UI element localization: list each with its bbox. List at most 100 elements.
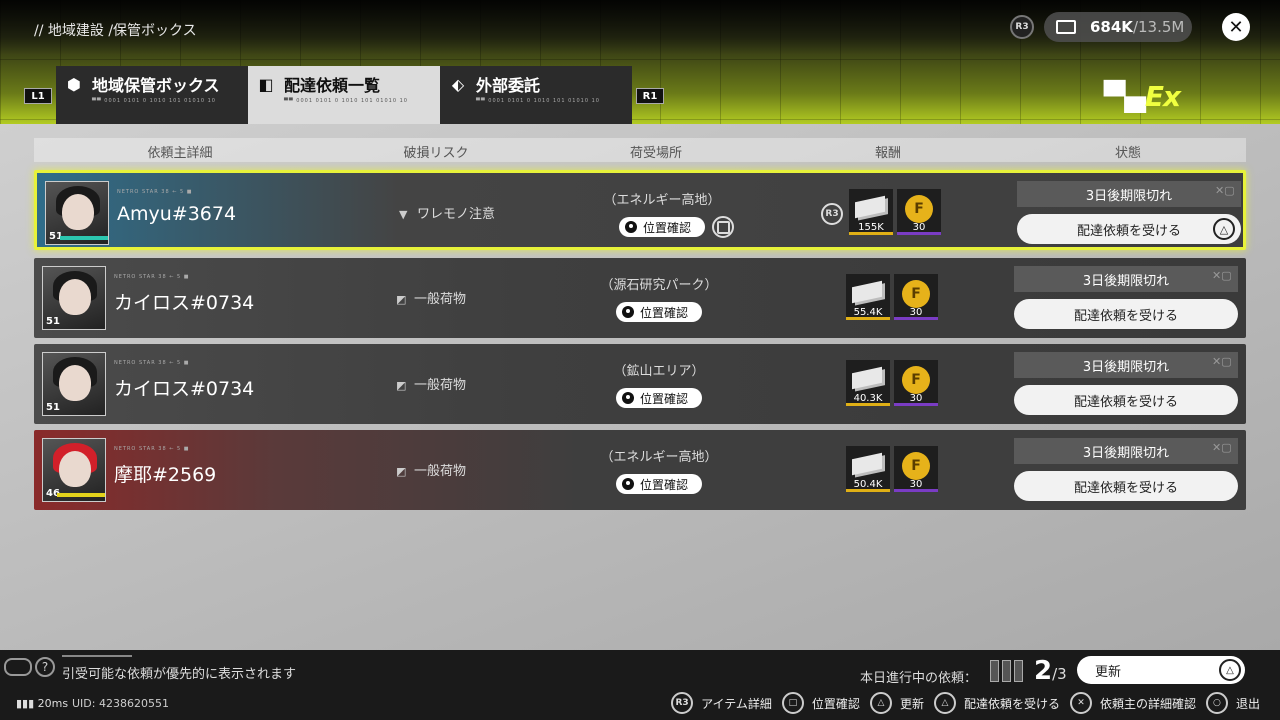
package-icon: ◩ [396,465,407,478]
close-button[interactable]: ✕ [1222,13,1250,41]
cancel-box-icon: ✕▢ [1212,441,1232,454]
progress-slot [1002,660,1011,682]
accept-request-button[interactable]: 配達依頼を受ける [1014,385,1238,415]
reward-amount: 30 [909,479,923,490]
locate-label: 位置確認 [643,220,692,235]
reward-amount: 155K [858,222,884,233]
accept-request-button[interactable]: 配達依頼を受ける [1014,471,1238,501]
triangle-button-icon: △ [1213,218,1235,240]
cross-button-icon: ✕ [1069,692,1092,714]
tab-label: 配達依頼一覧 [284,76,381,95]
progress-current: 2 [1034,656,1053,686]
reward-coin[interactable]: F 30 [897,189,941,235]
table-row[interactable]: 51 NETRO STAR 38 ← 5 ■ カイロス#0734 ◩ 一般荷物 （… [34,258,1246,338]
table-row[interactable]: 51 NETRO STAR 38 ← 5 ■ Amyu#3674 ▼ ワレモノ注意… [34,170,1246,250]
cube-icon: ⬢ [67,74,81,94]
control-label: アイテム詳細 [701,696,772,711]
control-locate[interactable]: □ 位置確認 [781,692,860,714]
cancel-box-icon: ✕▢ [1212,355,1232,368]
progress-slot [1014,660,1023,682]
reward-money[interactable]: 50.4K [846,446,890,492]
help-icon[interactable]: ? [35,657,55,677]
deadline-label: 3日後期限切れ ✕▢ [1014,352,1238,378]
triangle-button-icon: △ [933,692,956,714]
tab-label: 地域保管ボックス [92,76,220,95]
deadline-label: 3日後期限切れ ✕▢ [1014,438,1238,464]
locate-label: 位置確認 [640,305,689,320]
square-button-icon[interactable] [712,216,734,238]
control-item-details[interactable]: R3 アイテム詳細 [671,692,772,714]
tab-delivery-list[interactable]: ◧ 配達依頼一覧 ▀▀ 0001 0101 0 1010 101 01010 1… [248,66,440,124]
table-row[interactable]: 46 NETRO STAR 38 ← 5 ■ 摩耶#2569 ◩ 一般荷物 （エネ… [34,430,1246,510]
control-label: 配達依頼を受ける [963,696,1060,711]
coin-icon: F [902,280,930,308]
money-icon [852,452,882,476]
avatar[interactable]: 51 [42,352,106,416]
r1-trigger-icon[interactable]: R1 [636,88,664,104]
currency-capacity: /13.5M [1132,18,1185,36]
avatar-face [62,194,94,230]
l1-trigger-icon[interactable]: L1 [24,88,52,104]
reward-money[interactable]: 40.3K [846,360,890,406]
risk-label: 一般荷物 [414,378,467,393]
reward-amount: 55.4K [853,307,883,318]
reward-coin[interactable]: F 30 [894,274,938,320]
level-bar [57,493,105,497]
tab-code: ▀▀ 0001 0101 0 1010 101 01010 10 [476,98,600,104]
avatar-face [59,279,91,315]
pickup-place: （エネルギー高地） [603,193,721,208]
accept-label: 配達依頼を受ける [1073,308,1178,324]
currency-icon [1056,20,1076,34]
outsource-icon: ⬖ [451,74,465,94]
tab-outsourcing[interactable]: ⬖ 外部委託 ▀▀ 0001 0101 0 1010 101 01010 10 [440,66,632,124]
user-tag: NETRO STAR 38 ← 5 ■ [114,360,190,366]
risk-label: 一般荷物 [414,292,467,307]
r3-button-icon[interactable]: R3 [821,203,843,225]
header: // 地域建設 /保管ボックス R3 684K/13.5M ✕ L1 ⬢ 地域保… [0,0,1280,124]
risk-label: 一般荷物 [414,464,467,479]
reward-money[interactable]: 155K [849,189,893,235]
avatar[interactable]: 46 [42,438,106,502]
control-label: 依頼主の詳細確認 [1099,696,1196,711]
location-pin-icon [622,478,634,490]
refresh-button[interactable]: 更新 △ [1077,656,1245,684]
ping-value: 20ms [37,697,69,710]
user-tag: NETRO STAR 38 ← 5 ■ [114,446,190,452]
tab-code: ▀▀ 0001 0101 0 1010 101 01010 10 [284,98,408,104]
accept-request-button[interactable]: 配達依頼を受ける △ [1017,214,1241,244]
accept-label: 配達依頼を受ける [1076,223,1181,239]
deadline-label: 3日後期限切れ ✕▢ [1014,266,1238,292]
signal-icon: ▮▮▮ [16,697,38,710]
control-label: 退出 [1235,696,1260,711]
accept-request-button[interactable]: 配達依頼を受ける [1014,299,1238,329]
control-refresh[interactable]: △ 更新 [869,692,924,714]
col-status: 状態 [1114,146,1142,161]
deadline-text: 3日後期限切れ [1082,273,1170,289]
triangle-button-icon: △ [869,692,892,714]
reward-money[interactable]: 55.4K [846,274,890,320]
locate-button[interactable]: 位置確認 [616,302,702,322]
money-icon [855,195,885,219]
control-accept[interactable]: △ 配達依頼を受ける [933,692,1060,714]
accept-label: 配達依頼を受ける [1073,480,1178,496]
avatar[interactable]: 51 [45,181,109,245]
col-client: 依頼主詳細 [147,146,213,161]
locate-button[interactable]: 位置確認 [616,388,702,408]
locate-button[interactable]: 位置確認 [619,217,705,237]
avatar[interactable]: 51 [42,266,106,330]
tab-regional-storage[interactable]: ⬢ 地域保管ボックス ▀▀ 0001 0101 0 1010 101 01010… [56,66,248,124]
locate-button[interactable]: 位置確認 [616,474,702,494]
col-reward: 報酬 [874,146,902,161]
refresh-label: 更新 [1095,664,1122,680]
table-row[interactable]: 51 NETRO STAR 38 ← 5 ■ カイロス#0734 ◩ 一般荷物 （… [34,344,1246,424]
control-client-details[interactable]: ✕ 依頼主の詳細確認 [1069,692,1196,714]
deadline-text: 3日後期限切れ [1082,445,1170,461]
control-exit[interactable]: ○ 退出 [1205,692,1260,714]
reward-coin[interactable]: F 30 [894,446,938,492]
r3-button-icon[interactable]: R3 [1010,15,1034,39]
reward-coin[interactable]: F 30 [894,360,938,406]
locate-label: 位置確認 [640,391,689,406]
progress-slot [990,660,999,682]
user-id: UID: 4238620551 [72,697,169,710]
damage-risk: ◩ 一般荷物 [396,288,466,307]
